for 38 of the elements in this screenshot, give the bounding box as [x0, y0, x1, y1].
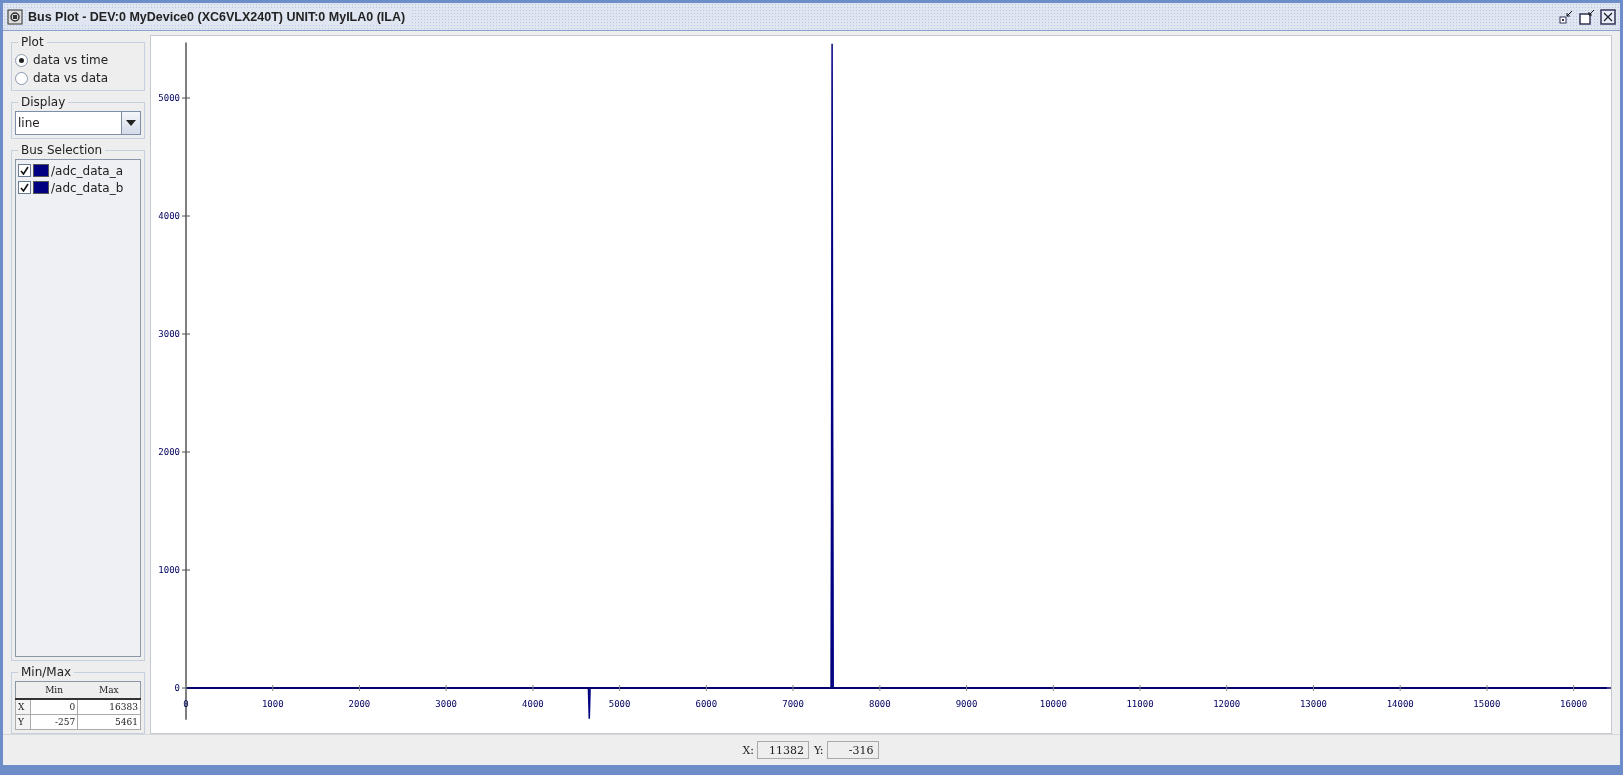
section-title: Plot [20, 35, 45, 49]
tick-label: 4000 [158, 211, 180, 221]
column-header: Max [77, 681, 141, 699]
tick-label: 12000 [1213, 699, 1241, 709]
tick-label: 2000 [158, 447, 180, 457]
tick-label: 6000 [695, 699, 718, 709]
tick-label: 10000 [1039, 699, 1067, 709]
tick-label: 0 [174, 683, 180, 693]
tick-label: 1000 [158, 565, 180, 575]
y-value-field: -316 [826, 741, 879, 759]
tick-label: 3000 [435, 699, 458, 709]
section-title: Bus Selection [20, 143, 104, 157]
tick-label: 0 [183, 699, 189, 709]
tick-label: 16000 [1560, 699, 1588, 709]
tick-label: 14000 [1386, 699, 1414, 709]
section-title: Display [20, 95, 67, 109]
tick-label: 8000 [868, 699, 891, 709]
tick-label: 5000 [158, 93, 180, 103]
tick-label: 9000 [955, 699, 978, 709]
tick-label: 4000 [522, 699, 544, 709]
tick-label: 2000 [348, 699, 371, 709]
tick-label: 1000 [261, 699, 284, 709]
table-cell: 16383 [77, 699, 141, 715]
table-cell: -257 [30, 714, 78, 730]
x-label: X: [742, 743, 754, 757]
tick-label: 15000 [1473, 699, 1501, 709]
tick-label: 11000 [1126, 699, 1154, 709]
section-title: Min/Max [20, 665, 73, 679]
y-label: Y: [813, 743, 824, 757]
table-cell: 0 [30, 699, 78, 715]
tick-label: 5000 [608, 699, 631, 709]
table-cell: 5461 [77, 714, 141, 730]
tick-label: 13000 [1299, 699, 1327, 709]
window-title: Bus Plot - DEV:0 MyDevice0 (XC6VLX240T) UNIT:0 MyILA0 (ILA) [28, 9, 412, 24]
tick-label: 3000 [158, 329, 180, 339]
column-header: Min [30, 681, 78, 699]
x-value-field: 11382 [756, 741, 809, 759]
tick-label: 7000 [782, 699, 804, 709]
